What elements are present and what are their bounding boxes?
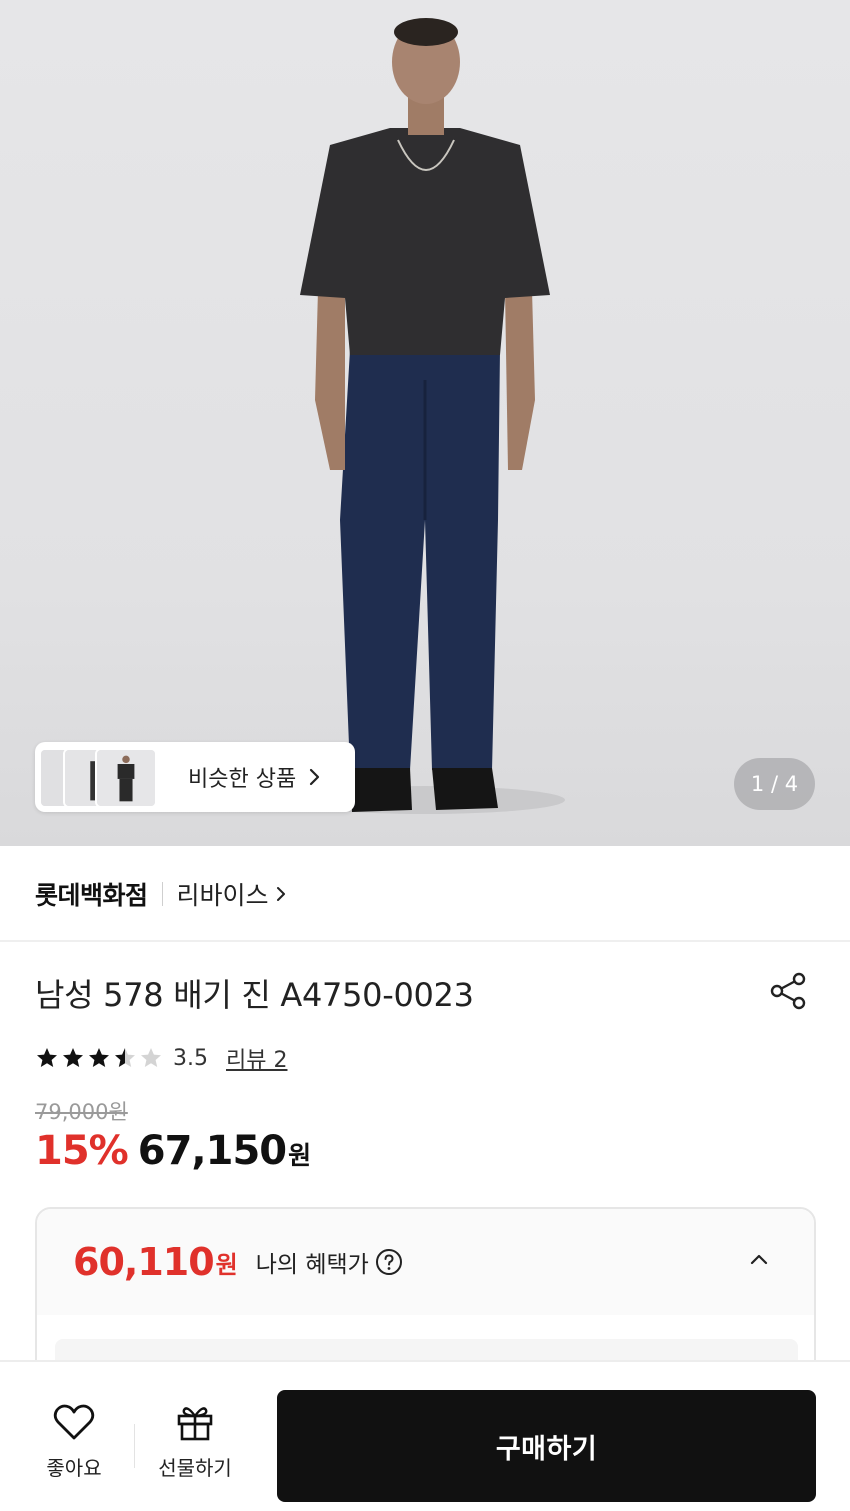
- share-icon[interactable]: [766, 970, 810, 1012]
- chevron-up-icon[interactable]: [748, 1251, 770, 1267]
- similar-thumbnails: [39, 746, 164, 808]
- rating-stars: [35, 1046, 165, 1070]
- product-title: 남성 578 배기 진 A4750-0023: [35, 976, 474, 1014]
- brand-row: 롯데백화점 리바이스: [35, 874, 287, 914]
- original-price: 79,000원: [35, 1100, 128, 1124]
- buy-button[interactable]: 구매하기: [277, 1390, 816, 1502]
- sale-price-unit: 원: [288, 1141, 312, 1170]
- brand-link[interactable]: 리바이스: [177, 876, 287, 912]
- store-name[interactable]: 롯데백화점: [35, 876, 148, 912]
- chevron-right-icon: [276, 887, 285, 901]
- bottom-action-bar: 좋아요 선물하기 구매하기: [0, 1360, 850, 1511]
- gift-label: 선물하기: [158, 1456, 232, 1480]
- rating-row: 3.5 리뷰 2: [35, 1040, 287, 1076]
- star-icon: [63, 1048, 83, 1067]
- benefit-price: 60,110: [73, 1240, 215, 1284]
- review-link[interactable]: 리뷰 2: [226, 1042, 287, 1074]
- help-icon[interactable]: [375, 1248, 403, 1276]
- bar-divider: [134, 1424, 135, 1468]
- product-image-carousel[interactable]: 비슷한 상품 1 / 4: [0, 0, 850, 846]
- chevron-right-icon: [310, 768, 320, 786]
- star-icon: [141, 1048, 161, 1067]
- benefit-price-header[interactable]: 60,110 원 나의 혜택가: [37, 1209, 814, 1315]
- benefit-label: 나의 혜택가: [255, 1252, 369, 1278]
- similar-products-button[interactable]: 비슷한 상품: [35, 742, 355, 812]
- benefit-price-unit: 원: [215, 1250, 238, 1279]
- price-row: 15% 67,150 원: [35, 1128, 311, 1182]
- section-divider: [0, 940, 850, 942]
- image-page-indicator: 1 / 4: [734, 758, 815, 810]
- gift-button[interactable]: 선물하기: [148, 1402, 242, 1488]
- sale-price: 67,150: [137, 1128, 287, 1174]
- similar-products-label: 비슷한 상품: [188, 767, 297, 792]
- product-photo: [285, 18, 565, 814]
- brand-name: 리바이스: [176, 881, 269, 910]
- like-button[interactable]: 좋아요: [30, 1402, 118, 1488]
- star-icon: [89, 1048, 109, 1067]
- star-icon: [115, 1048, 135, 1067]
- brand-divider: [161, 882, 163, 906]
- gift-icon: [177, 1407, 213, 1441]
- star-icon: [37, 1048, 57, 1067]
- similar-thumbnail: [95, 748, 157, 808]
- heart-icon: [53, 1404, 95, 1440]
- rating-value: 3.5: [173, 1045, 208, 1071]
- discount-rate: 15%: [35, 1128, 129, 1174]
- like-label: 좋아요: [46, 1456, 102, 1480]
